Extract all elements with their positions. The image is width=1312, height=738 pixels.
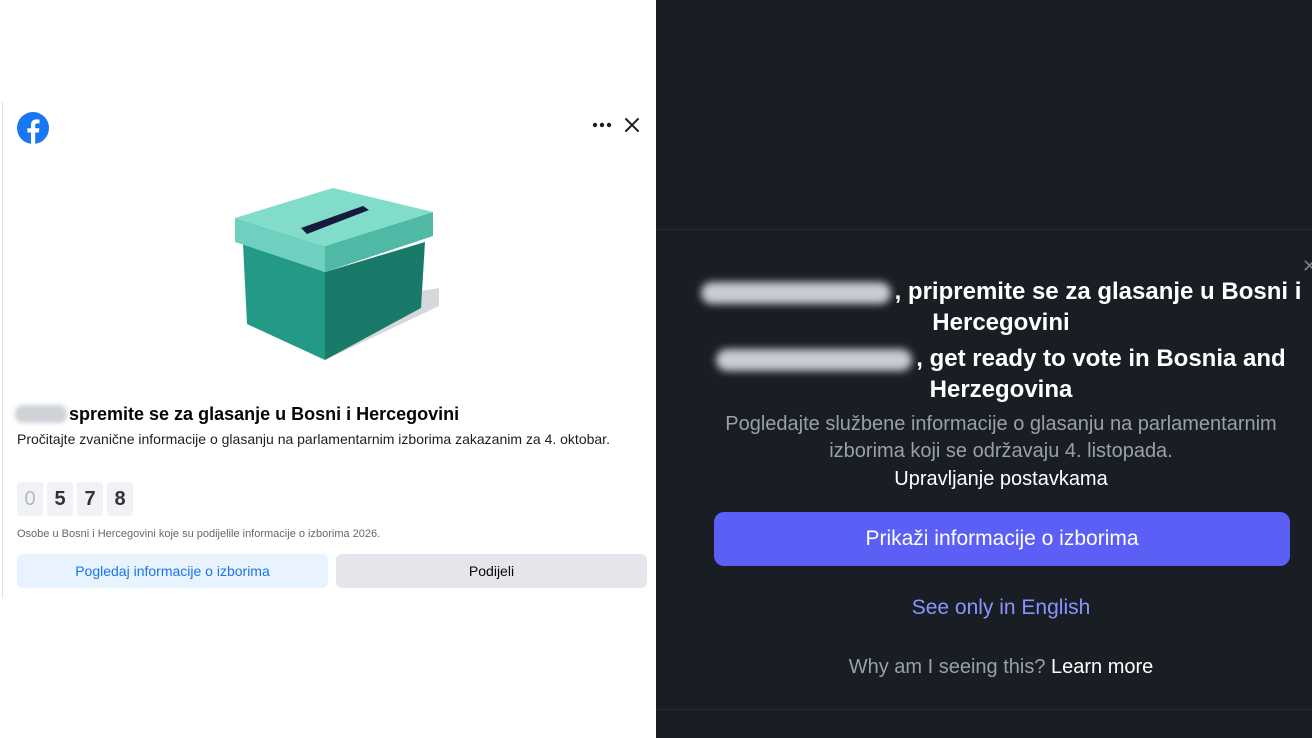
blurred-name (15, 405, 67, 423)
ballot-box-illustration (235, 188, 439, 360)
see-only-english-link[interactable]: See only in English (696, 596, 1306, 620)
facebook-logo-icon[interactable] (17, 112, 49, 144)
why-seeing-this: Why am I seeing this? Learn more (696, 656, 1306, 679)
card-title: spremite se za glasanje u Bosni i Herceg… (69, 403, 460, 424)
share-button[interactable]: Podijeli (336, 554, 647, 588)
instagram-election-panel: ✕ , pripremite se za glasanje u Bosni i … (656, 0, 1312, 738)
voter-counter: 0 5 7 8 (17, 482, 133, 516)
divider (656, 709, 1312, 710)
view-election-info-button[interactable]: Pogledaj informacije o izborima (17, 554, 328, 588)
learn-more-link[interactable]: Learn more (1051, 656, 1153, 678)
card-title-row: spremite se za glasanje u Bosni i Herceg… (15, 402, 459, 426)
counter-caption: Osobe u Bosni i Hercegovini koje su podi… (17, 528, 381, 540)
heading-english: , get ready to vote in Bosnia and Herzeg… (696, 343, 1306, 405)
card-description: Pročitajte zvanične informacije o glasan… (17, 431, 610, 447)
counter-digit: 7 (77, 482, 103, 516)
counter-digit: 0 (17, 482, 43, 516)
election-description: Pogledajte službene informacije o glasan… (725, 413, 1277, 462)
facebook-election-panel: spremite se za glasanje u Bosni i Herceg… (0, 0, 656, 738)
blurred-username (716, 348, 913, 371)
heading-bosnian-text: , pripremite se za glasanje u Bosni i He… (894, 278, 1302, 336)
blurred-username (700, 281, 891, 304)
show-election-info-button[interactable]: Prikaži informacije o izborima (714, 512, 1290, 566)
election-reminder-card: spremite se za glasanje u Bosni i Herceg… (2, 102, 655, 598)
counter-digit: 8 (107, 482, 133, 516)
counter-digit: 5 (47, 482, 73, 516)
more-options-icon[interactable] (589, 114, 615, 136)
divider (656, 229, 1312, 230)
why-text: Why am I seeing this? (848, 656, 1046, 678)
close-icon[interactable]: ✕ (1302, 256, 1312, 277)
close-icon[interactable] (621, 114, 643, 136)
heading-bosnian: , pripremite se za glasanje u Bosni i He… (696, 276, 1306, 338)
heading-english-text: , get ready to vote in Bosnia and Herzeg… (916, 345, 1286, 403)
manage-settings-link[interactable]: Upravljanje postavkama (696, 466, 1306, 493)
